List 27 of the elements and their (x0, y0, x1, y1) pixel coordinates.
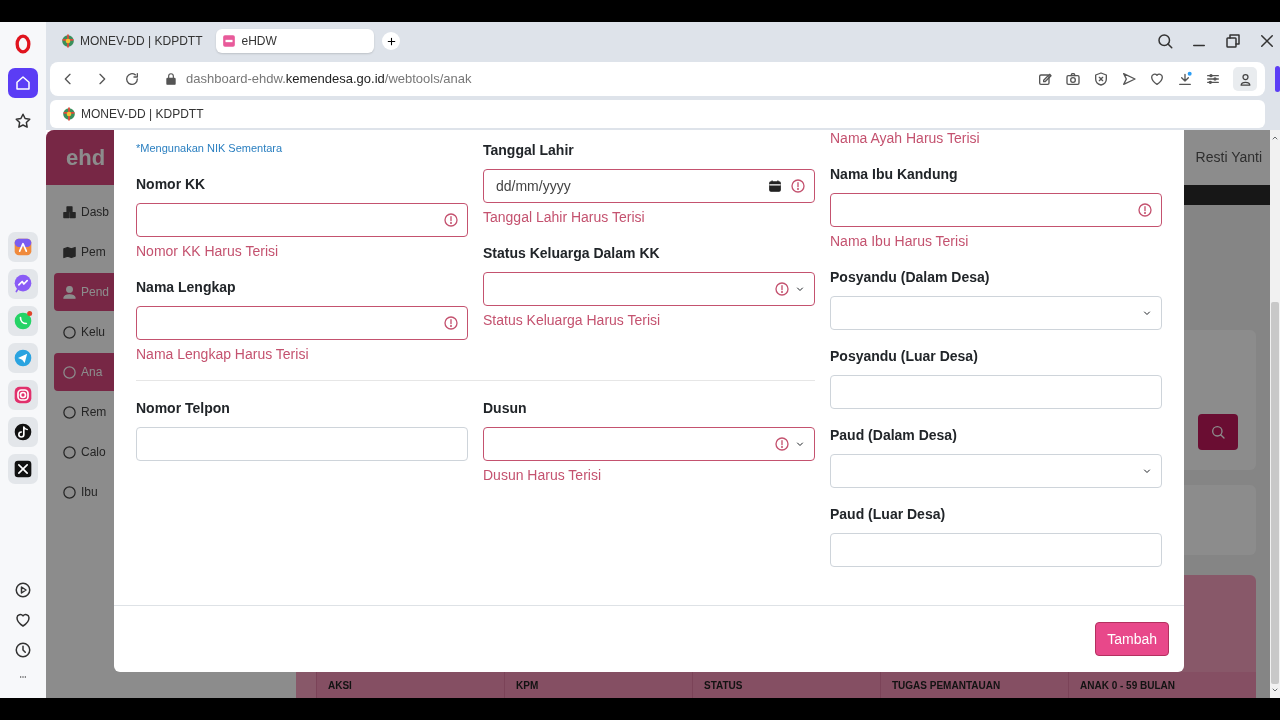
error-message: Status Keluarga Harus Terisi (483, 311, 662, 330)
field-label: Posyandu (Luar Desa) (830, 347, 979, 366)
sidebar-label: Calo (81, 444, 106, 461)
user-name: Resti Yanti (1195, 148, 1262, 167)
error-message: Tanggal Lahir Harus Terisi (483, 208, 646, 227)
sidebar-label: Pem (81, 244, 106, 261)
field-label: Posyandu (Dalam Desa) (830, 268, 991, 287)
field-label: Nomor Telpon (136, 399, 231, 418)
field-label: Nama Lengkap (136, 278, 237, 297)
field-label: Paud (Luar Desa) (830, 505, 947, 524)
field-label: Status Keluarga Dalam KK (483, 244, 661, 263)
sidebar-label: Ana (81, 364, 103, 381)
sidebar-label: Dasb (81, 204, 109, 221)
field-label: Paud (Dalam Desa) (830, 426, 958, 445)
sidebar-label: Ibu (81, 484, 98, 501)
error-message: Nama Ayah Harus Terisi (830, 130, 981, 146)
field-label: Nama Ibu Kandung (830, 165, 959, 184)
sidebar-label: Pend (81, 284, 110, 301)
error-message: Dusun Harus Terisi (483, 466, 602, 485)
error-message: Nama Lengkap Harus Terisi (136, 345, 310, 364)
field-label: Dusun (483, 399, 528, 418)
note-text: *Mengunakan NIK Sementara (136, 141, 284, 156)
field-label: Tanggal Lahir (483, 141, 575, 160)
sidebar-label: Kelu (81, 324, 106, 341)
error-message: Nomor KK Harus Terisi (136, 242, 280, 261)
error-message: Nama Ibu Harus Terisi (830, 232, 970, 251)
sidebar-label: Rem (81, 404, 107, 421)
